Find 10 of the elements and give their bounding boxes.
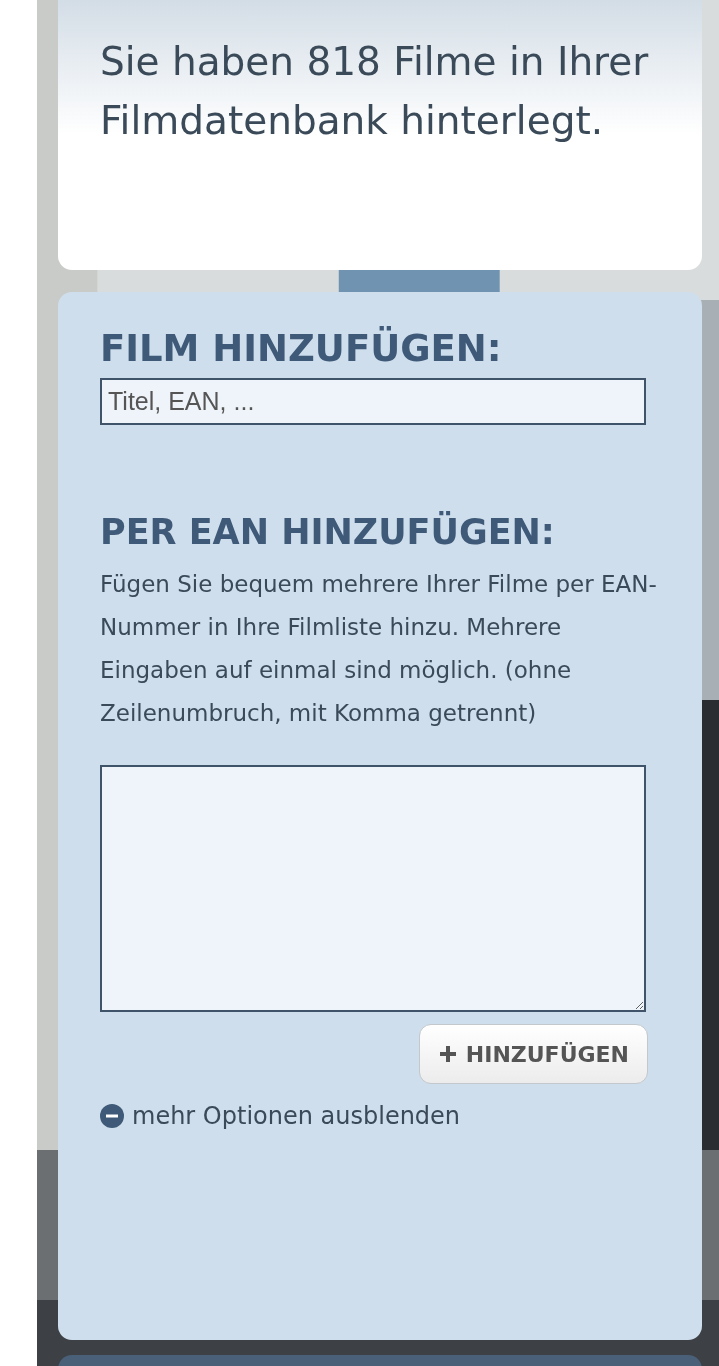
add-button[interactable]: HINZUFÜGEN (418, 1024, 648, 1084)
ean-input-field[interactable] (100, 765, 646, 1012)
film-count-text: Sie haben 818 Filme in Ihrer Filmdatenbank hinterlegt. (100, 38, 650, 145)
ean-description: Fügen Sie bequem mehrere Ihrer Filme per EAN-Nummer in Ihre Filmliste hinzu. Mehrere Eingaben auf einmal sind möglich. (ohne Zeilenumbruch, mit Komma getrennt) (100, 570, 658, 728)
ean-heading: PER EAN HINZUFÜGEN: (100, 510, 556, 554)
add-film-heading: FILM HINZUFÜGEN: (100, 325, 503, 372)
search-field[interactable]: Titel, EAN, ... (100, 378, 646, 425)
minus-icon (100, 1104, 124, 1128)
plus-icon (437, 1044, 458, 1064)
options-toggle[interactable]: mehr Optionen ausblenden (100, 1098, 461, 1134)
